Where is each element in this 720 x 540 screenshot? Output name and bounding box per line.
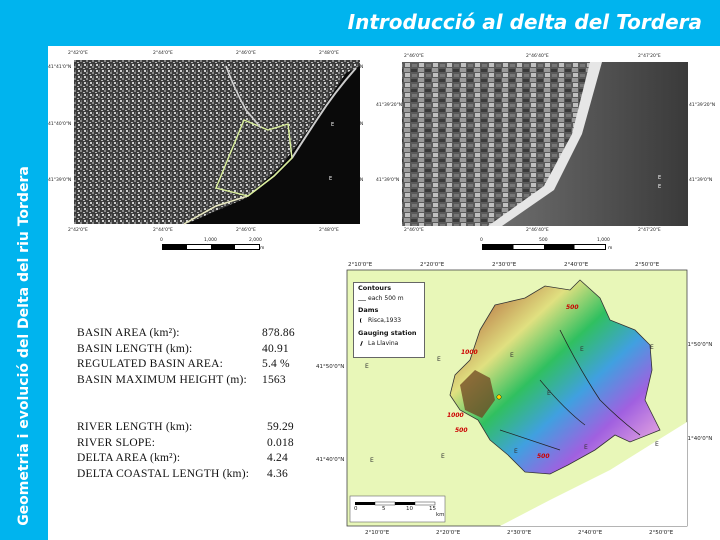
contour-label: 500 <box>566 304 579 311</box>
contour-label: 1000 <box>447 412 464 419</box>
stat-value: 0.018 <box>267 436 294 449</box>
stat-value: 1563 <box>262 373 286 386</box>
stat-value: 4.24 <box>267 452 288 465</box>
scale-bar <box>162 244 260 250</box>
sidebar-vertical-title: Geometria i evolució del Delta del riu T… <box>16 166 32 526</box>
e-mark: E <box>510 352 514 359</box>
e-mark: E <box>584 444 588 451</box>
map-legend: Contours each 500 m Dams Risca,1933 Gaug… <box>353 282 425 358</box>
aerial-image-left: E E <box>74 60 360 225</box>
stat-row: DELTA COASTAL LENGTH (km): 4.36 <box>77 468 317 484</box>
e-mark: E <box>329 176 332 182</box>
aerial-photo-right: 2°46'0"E 2°46'40"E 2°47'20"E 2°46'0"E 2°… <box>376 48 715 258</box>
gauging-station-icon <box>360 340 363 347</box>
e-mark: E <box>331 122 334 128</box>
dam-icon <box>360 318 364 323</box>
e-mark: E <box>365 363 369 370</box>
slide-title: Introducció al delta del Tordera <box>347 10 702 34</box>
aerial-image-right: E E <box>402 62 688 226</box>
contour-label: 1000 <box>461 349 478 356</box>
stat-label: DELTA AREA (km²): <box>77 452 181 465</box>
contour-label: 500 <box>455 427 468 434</box>
scale-label: 0 <box>480 238 483 243</box>
stat-value: 5.4 % <box>262 358 290 371</box>
scale-label: 1,000 <box>597 238 610 243</box>
stat-label: RIVER LENGTH (km): <box>77 421 193 433</box>
scale-label: 2,000 <box>249 238 262 243</box>
stat-value: 40.91 <box>262 342 289 355</box>
basin-map: 2°10'0"E 2°20'0"E 2°30'0"E 2°40'0"E 2°50… <box>310 260 720 540</box>
stat-label: DELTA COASTAL LENGTH (km): <box>77 467 250 480</box>
e-mark: E <box>650 344 654 351</box>
e-mark: E <box>658 184 661 190</box>
scale-label: 500 <box>539 238 548 243</box>
stat-row: REGULATED BASIN AREA: 5.4 % <box>77 358 317 374</box>
scale-label: 0 <box>160 238 163 243</box>
scale-label: 15 <box>429 506 436 512</box>
stat-label: BASIN LENGTH (km): <box>77 342 193 355</box>
stat-label: RIVER SLOPE: <box>77 436 156 449</box>
stat-label: BASIN MAXIMUM HEIGHT (m): <box>77 373 247 386</box>
e-mark: E <box>441 453 445 460</box>
scale-unit: m <box>260 246 265 251</box>
scale-unit: km <box>436 512 445 518</box>
scale-bar <box>482 244 606 250</box>
scale-label: 1,000 <box>204 238 217 243</box>
stat-row: BASIN AREA (km²): 878.86 <box>77 327 317 343</box>
sidebar: Geometria i evolució del Delta del riu T… <box>0 46 48 540</box>
scale-label: 10 <box>406 506 413 512</box>
e-mark: E <box>580 346 584 353</box>
e-mark: E <box>547 390 551 397</box>
stat-row: BASIN LENGTH (km): 40.91 <box>77 343 317 359</box>
stat-label: REGULATED BASIN AREA: <box>77 358 224 371</box>
contour-icon <box>358 296 366 301</box>
e-mark: E <box>658 175 661 181</box>
dam-marker <box>496 394 502 400</box>
legend-item: Risca,1933 <box>368 317 402 324</box>
e-mark: E <box>437 356 441 363</box>
legend-title: Gauging station <box>358 329 417 337</box>
scale-label: 0 <box>354 506 358 512</box>
scale-label: 5 <box>382 506 386 512</box>
stat-value: 59.29 <box>267 421 294 433</box>
e-mark: E <box>655 441 659 448</box>
stat-row: DELTA AREA (km²): 4.24 <box>77 452 317 468</box>
stat-row: RIVER SLOPE: 0.018 <box>77 437 317 453</box>
legend-item: La Llavina <box>368 340 399 347</box>
e-mark: E <box>370 457 374 464</box>
stat-value: 878.86 <box>262 327 295 339</box>
basin-stats: BASIN AREA (km²): 878.86 BASIN LENGTH (k… <box>77 327 317 389</box>
header-bar: Introducció al delta del Tordera <box>0 0 720 46</box>
stat-value: 4.36 <box>267 467 288 480</box>
legend-title: Dams <box>358 306 379 314</box>
legend-title: Contours <box>358 284 392 292</box>
aerial-photo-left: 2°42'0"E 2°44'0"E 2°46'0"E 2°48'0"E 2°42… <box>48 48 374 258</box>
contour-label: 500 <box>537 453 550 460</box>
scale-unit: m <box>608 246 613 251</box>
legend-item: each 500 m <box>368 295 404 302</box>
e-mark: E <box>514 448 518 455</box>
river-stats: RIVER LENGTH (km): 59.29 RIVER SLOPE: 0.… <box>77 421 317 483</box>
stat-row: BASIN MAXIMUM HEIGHT (m): 1563 <box>77 374 317 390</box>
stat-label: BASIN AREA (km²): <box>77 327 180 339</box>
stat-row: RIVER LENGTH (km): 59.29 <box>77 421 317 437</box>
